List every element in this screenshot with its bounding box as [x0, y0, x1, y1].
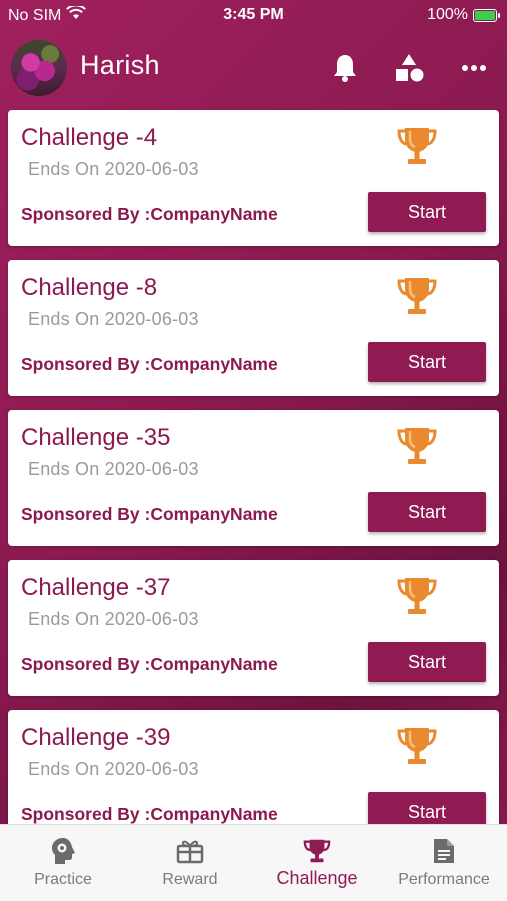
challenge-list[interactable]: Challenge -4 Ends On 2020-06-03 Sponsore…	[0, 104, 507, 824]
challenge-sponsor: Sponsored By :CompanyName	[21, 354, 278, 374]
status-right: 100%	[427, 6, 500, 24]
start-button[interactable]: Start	[368, 642, 486, 682]
challenge-card[interactable]: Challenge -37 Ends On 2020-06-03 Sponsor…	[8, 560, 499, 696]
trophy-icon	[395, 274, 439, 318]
challenge-sponsor: Sponsored By :CompanyName	[21, 804, 278, 824]
challenge-end-date: Ends On 2020-06-03	[28, 309, 199, 329]
gift-icon	[176, 837, 204, 865]
challenge-end-date: Ends On 2020-06-03	[28, 159, 199, 179]
challenge-card[interactable]: Challenge -39 Ends On 2020-06-03 Sponsor…	[8, 710, 499, 824]
nav-label: Practice	[34, 871, 92, 888]
challenge-card[interactable]: Challenge -8 Ends On 2020-06-03 Sponsore…	[8, 260, 499, 396]
start-button[interactable]: Start	[368, 342, 486, 382]
more-icon[interactable]	[456, 50, 492, 86]
status-bar: No SIM 3:45 PM 100%	[0, 0, 507, 32]
challenge-card[interactable]: Challenge -4 Ends On 2020-06-03 Sponsore…	[8, 110, 499, 246]
start-button[interactable]: Start	[368, 792, 486, 824]
challenge-end-date: Ends On 2020-06-03	[28, 609, 199, 629]
challenge-title: Challenge -37	[21, 574, 171, 601]
nav-item-practice[interactable]: Practice	[0, 825, 126, 901]
challenge-title: Challenge -35	[21, 424, 171, 451]
trophy-icon	[395, 124, 439, 168]
battery-percent: 100%	[427, 6, 468, 23]
nav-item-performance[interactable]: Performance	[381, 825, 507, 901]
challenge-title: Challenge -8	[21, 274, 158, 301]
avatar[interactable]	[11, 40, 67, 96]
document-icon	[430, 837, 458, 865]
nav-item-challenge[interactable]: Challenge	[254, 825, 380, 901]
trophy-icon	[303, 837, 331, 865]
shapes-icon[interactable]	[391, 50, 427, 86]
trophy-icon	[395, 424, 439, 468]
app-header: Harish	[0, 32, 507, 104]
user-name: Harish	[80, 50, 160, 80]
challenge-end-date: Ends On 2020-06-03	[28, 759, 199, 779]
battery-icon	[473, 8, 500, 22]
challenge-sponsor: Sponsored By :CompanyName	[21, 204, 278, 224]
brain-gear-icon	[49, 837, 77, 865]
bell-icon[interactable]	[327, 50, 363, 86]
challenge-card[interactable]: Challenge -35 Ends On 2020-06-03 Sponsor…	[8, 410, 499, 546]
start-button[interactable]: Start	[368, 492, 486, 532]
trophy-icon	[395, 724, 439, 768]
challenge-sponsor: Sponsored By :CompanyName	[21, 504, 278, 524]
bottom-nav: Practice Reward Challenge Performance	[0, 824, 507, 901]
challenge-end-date: Ends On 2020-06-03	[28, 459, 199, 479]
challenge-title: Challenge -4	[21, 124, 158, 151]
nav-item-reward[interactable]: Reward	[127, 825, 253, 901]
nav-label: Performance	[398, 871, 490, 888]
nav-label: Challenge	[276, 868, 358, 888]
start-button[interactable]: Start	[368, 192, 486, 232]
challenge-title: Challenge -39	[21, 724, 171, 751]
challenge-sponsor: Sponsored By :CompanyName	[21, 654, 278, 674]
trophy-icon	[395, 574, 439, 618]
nav-label: Reward	[162, 871, 218, 888]
